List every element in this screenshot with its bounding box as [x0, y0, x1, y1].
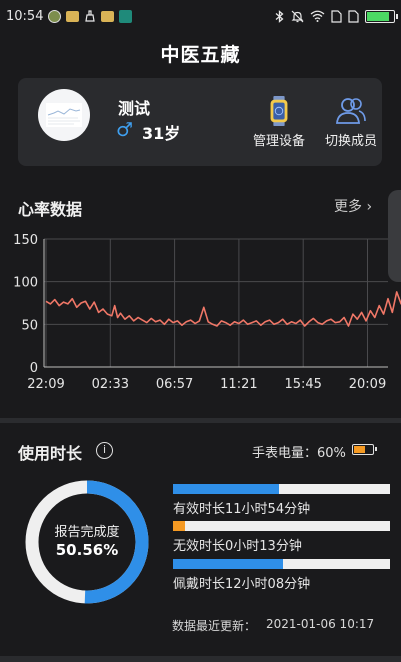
switch-member-button[interactable]: 切换成员	[316, 96, 386, 149]
usb-icon	[119, 9, 133, 23]
mute-icon	[291, 10, 304, 22]
heart-rate-title: 心率数据	[18, 200, 83, 219]
more-label: 更多	[334, 199, 362, 215]
manage-device-label: 管理设备	[252, 134, 305, 149]
section-divider	[0, 418, 401, 423]
status-bar: 10:54	[0, 0, 401, 32]
heart-rate-chart: 0 50 100 150 22:09 02:33 06:57 11:21 15:45 20:09	[13, 233, 401, 392]
x-tick-label: 22:09	[27, 377, 64, 392]
switch-member-label: 切换成员	[324, 134, 377, 149]
completion-label: 报告完成度	[54, 525, 120, 540]
progress-fill	[173, 484, 280, 494]
progress-fill	[173, 521, 185, 531]
page-title: 中医五藏	[160, 44, 241, 66]
y-tick-label: 0	[30, 361, 38, 376]
folder-icon	[101, 10, 115, 22]
progress-fill	[173, 559, 283, 569]
info-icon[interactable]: i	[96, 442, 113, 459]
wearing-duration-row: 佩戴时长12小时08分钟	[173, 559, 390, 592]
invalid-duration-row: 无效时长0小时13分钟	[173, 521, 390, 554]
avatar[interactable]	[38, 89, 90, 141]
usage-title: 使用时长	[18, 444, 83, 463]
progress-track	[173, 521, 390, 531]
cleaner-icon	[85, 10, 96, 22]
status-time: 10:54	[6, 8, 44, 24]
user-name: 测试	[118, 99, 151, 118]
watch-battery-icon	[352, 444, 377, 455]
heart-rate-series-line	[45, 291, 401, 327]
wifi-icon	[310, 10, 325, 22]
manage-device-button[interactable]: 管理设备	[244, 96, 314, 149]
switch-members-icon	[336, 98, 366, 124]
y-tick-label: 150	[13, 233, 38, 248]
progress-track	[173, 484, 390, 494]
battery-level-fill	[367, 11, 390, 21]
app-notification-icon	[48, 9, 62, 23]
sim-icon	[348, 9, 359, 23]
avatar-image	[46, 103, 82, 127]
folder-icon	[66, 10, 80, 22]
invalid-duration-label: 无效时长0小时13分钟	[173, 539, 302, 554]
sim-icon	[331, 9, 342, 23]
watch-battery-label: 手表电量：60%	[252, 446, 346, 461]
x-tick-label: 06:57	[156, 377, 193, 392]
x-tick-label: 11:21	[220, 377, 257, 392]
bottom-nav-edge	[0, 656, 401, 662]
male-gender-icon: ♂	[116, 119, 134, 141]
more-link[interactable]: 更多 ›	[334, 196, 372, 216]
wearing-duration-label: 佩戴时长12小时08分钟	[173, 577, 311, 592]
y-tick-label: 100	[13, 276, 38, 291]
last-update-label: 数据最近更新：	[172, 619, 257, 633]
progress-track	[173, 559, 390, 569]
effective-duration-row: 有效时长11小时54分钟	[173, 484, 390, 517]
chevron-right-icon: ›	[366, 199, 373, 215]
y-tick-label: 50	[21, 318, 38, 333]
watch-icon	[270, 96, 288, 126]
effective-duration-label: 有效时长11小时54分钟	[173, 502, 311, 517]
battery-icon	[365, 9, 398, 23]
x-tick-label: 20:09	[349, 377, 386, 392]
user-age: 31岁	[142, 124, 181, 143]
profile-card: 测试 ♂ 31岁 管理设备 切换成员	[18, 78, 382, 166]
x-tick-label: 15:45	[284, 377, 321, 392]
x-tick-label: 02:33	[92, 377, 129, 392]
completion-value: 50.56%	[55, 541, 119, 559]
last-update-time: 2021-01-06 10:17	[266, 617, 375, 631]
watch-battery-fill	[354, 446, 365, 453]
bluetooth-icon	[275, 9, 284, 23]
